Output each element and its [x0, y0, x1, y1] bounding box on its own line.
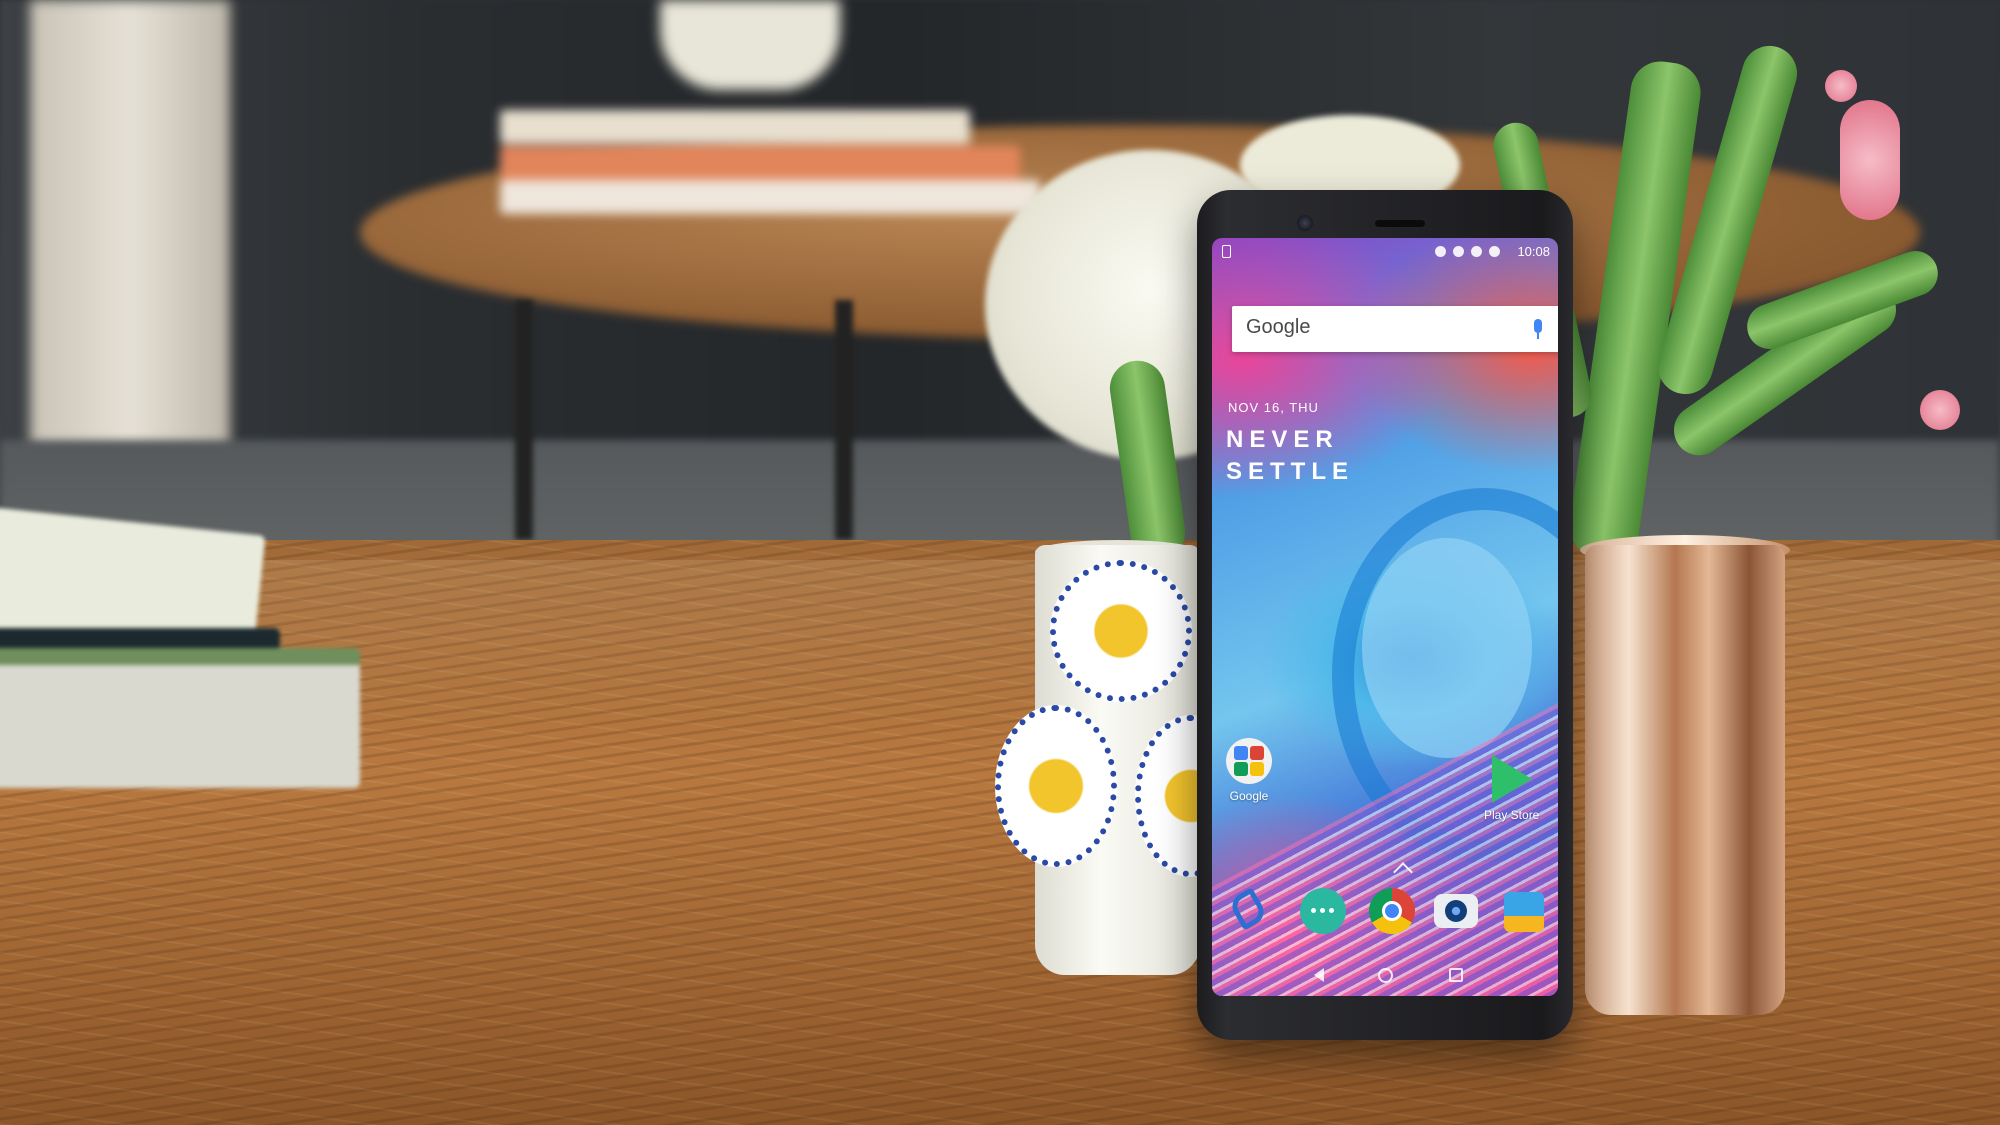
phone-screen: 10:08 Google NOV 16, THU NEVER SETTLE Go… — [1212, 238, 1558, 996]
app-google-folder[interactable]: Google — [1226, 738, 1272, 803]
dnd-icon — [1435, 246, 1446, 257]
foreground-book-stack — [0, 504, 370, 800]
phone-icon[interactable] — [1227, 887, 1269, 931]
photo-scene: 10:08 Google NOV 16, THU NEVER SETTLE Go… — [0, 0, 2000, 1125]
battery-icon — [1489, 246, 1500, 257]
gallery-icon[interactable] — [1504, 892, 1544, 932]
dock — [1212, 887, 1558, 946]
wifi-icon — [1453, 246, 1464, 257]
phone-earpiece — [1375, 220, 1425, 227]
date-widget[interactable]: NOV 16, THU — [1228, 400, 1319, 415]
navigation-bar — [1212, 960, 1558, 990]
play-store-icon — [1491, 755, 1532, 803]
app-label: Play Store — [1484, 808, 1540, 822]
recents-icon[interactable] — [1449, 968, 1463, 982]
back-icon[interactable] — [1314, 968, 1324, 982]
status-icons — [1435, 246, 1500, 257]
cactus-flower — [1840, 100, 1900, 220]
google-search-widget[interactable]: Google — [1232, 306, 1558, 352]
google-logo: Google — [1246, 316, 1311, 338]
status-bar: 10:08 — [1212, 238, 1558, 266]
background-table-leg — [835, 300, 853, 540]
slogan-line-2: SETTLE — [1226, 458, 1355, 485]
battery-saver-icon — [1222, 245, 1231, 258]
wallpaper-wave — [1362, 538, 1532, 758]
background-pillar — [30, 0, 230, 470]
background-table-leg — [515, 300, 533, 540]
camera-icon[interactable] — [1434, 894, 1478, 928]
front-camera — [1297, 215, 1313, 231]
signal-icon — [1471, 246, 1482, 257]
background-figurine — [660, 0, 840, 90]
status-time: 10:08 — [1517, 244, 1550, 259]
gold-pot — [1585, 545, 1785, 1015]
app-label: Google — [1229, 789, 1269, 803]
google-folder-icon — [1226, 738, 1272, 784]
slogan-line-1: NEVER — [1226, 426, 1339, 453]
cactus-flower — [1825, 70, 1857, 102]
app-play-store[interactable]: Play Store — [1484, 755, 1539, 822]
home-icon[interactable] — [1378, 968, 1393, 983]
chrome-icon[interactable] — [1369, 888, 1415, 934]
mic-icon[interactable] — [1534, 319, 1542, 339]
cactus-flower — [1920, 390, 1960, 430]
background-book-stack — [500, 110, 1040, 245]
decorated-cup — [995, 545, 1247, 975]
messages-icon[interactable] — [1300, 888, 1346, 934]
